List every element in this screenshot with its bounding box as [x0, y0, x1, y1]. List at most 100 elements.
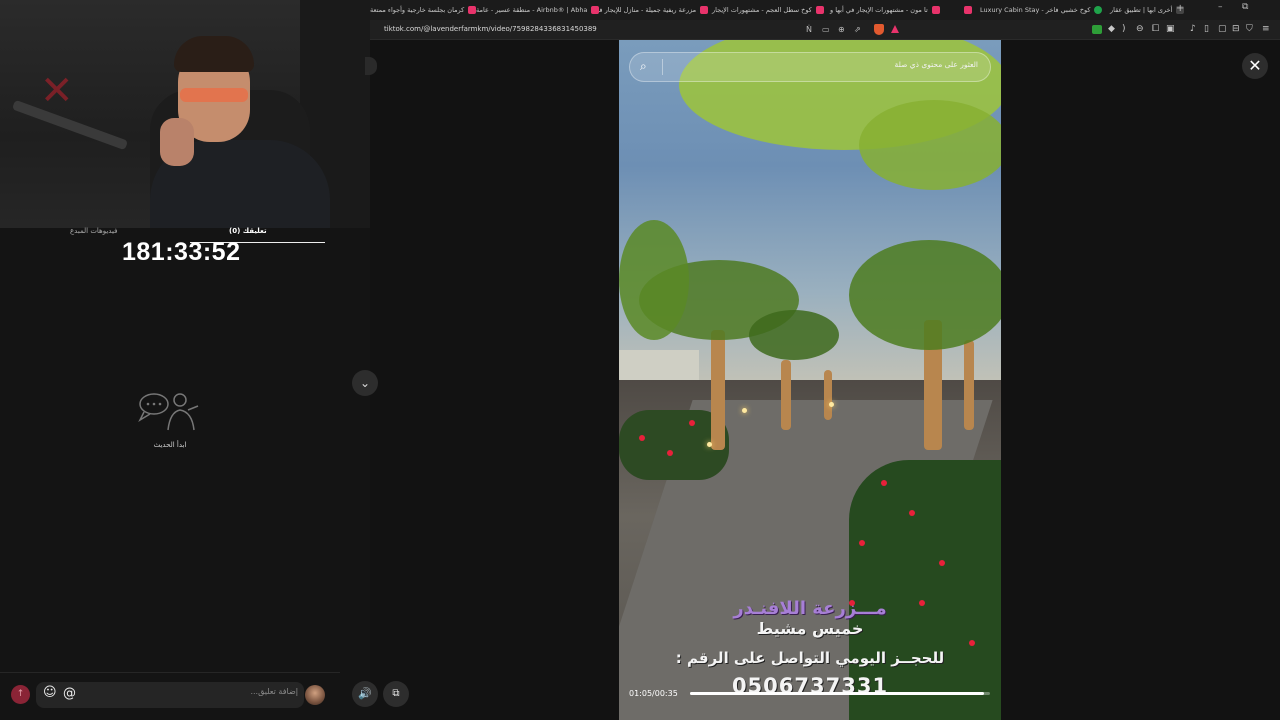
- comment-input-wrapper: ☺ @: [36, 682, 304, 708]
- browser-tab[interactable]: تا مون - مشتهورات الإيجار في أبها و: [830, 0, 940, 20]
- volume-button[interactable]: 🔊: [352, 681, 378, 707]
- translate-icon[interactable]: Ṅ: [806, 25, 812, 34]
- palm-trunk: [824, 370, 832, 420]
- restore-button[interactable]: ⧉: [1242, 2, 1248, 12]
- comment-input[interactable]: [138, 687, 298, 696]
- audio-icon[interactable]: ): [1122, 24, 1126, 34]
- webcam-feed: ✕: [0, 0, 370, 228]
- flower: [881, 480, 887, 486]
- brave-shield-icon[interactable]: [874, 24, 884, 35]
- shield-outline-icon[interactable]: ⛉: [1246, 24, 1253, 34]
- palm-trunk: [781, 360, 791, 430]
- tab-label: كوخ خشبي فاخر - Luxury Cabin Stay: [980, 6, 1091, 14]
- tab-label: كرمان بجلسة خارجية وأجواء ممتعة: [370, 6, 465, 14]
- close-video-button[interactable]: ✕: [1242, 53, 1268, 79]
- favicon-airbnb: [591, 6, 600, 14]
- comment-composer: ↑ ☺ @: [0, 672, 340, 720]
- extension-badge-icon[interactable]: [1092, 25, 1102, 34]
- screenshot-icon[interactable]: ▣: [1166, 24, 1175, 34]
- flower: [939, 560, 945, 566]
- favicon-airbnb: [468, 6, 477, 14]
- new-tab-button[interactable]: +: [1176, 3, 1184, 14]
- video-caption-booking: للحجــز اليومي التواصل على الرقم :: [675, 649, 945, 667]
- send-icon: ↑: [16, 689, 25, 699]
- video-progress-bar[interactable]: [690, 692, 990, 695]
- browser-tab[interactable]: مزرعة ريفية جميلة - منازل للإيجار في: [594, 0, 709, 20]
- favicon-airbnb: [815, 6, 824, 14]
- next-video-button[interactable]: ⌄: [352, 370, 378, 396]
- tabs-icon[interactable]: ⊟: [1232, 24, 1240, 34]
- volume-icon: 🔊: [358, 687, 372, 700]
- empty-comments-text: ابدأ الحديث: [153, 441, 187, 449]
- wall-logo: ✕: [40, 68, 74, 114]
- streamer-hair: [174, 36, 254, 72]
- chat-bubbles-icon: [138, 393, 199, 431]
- browser-tab[interactable]: أخرى ابها | تطبيق عقار: [1110, 0, 1185, 20]
- menu-icon[interactable]: ≡: [1262, 24, 1270, 34]
- palm-frond: [749, 310, 839, 360]
- search-input[interactable]: [778, 60, 978, 69]
- address-bar: tiktok.com/@lavenderfarmkm/video/7598284…: [370, 20, 1280, 40]
- palm-frond: [859, 100, 1001, 190]
- related-search-box: ⌕: [629, 52, 991, 82]
- overlay-collapse-handle[interactable]: [365, 57, 377, 75]
- browser-tab[interactable]: كوخ سطل العجم - مشتهورات الإيجار: [712, 0, 824, 20]
- browser-tab[interactable]: كوخ خشبي فاخر - Luxury Cabin Stay: [964, 0, 1103, 20]
- garden-lamp: [742, 408, 747, 413]
- favicon: [964, 6, 972, 14]
- wallet-icon[interactable]: ▢: [1218, 24, 1227, 34]
- send-comment-button[interactable]: ↑: [11, 685, 30, 704]
- share-icon[interactable]: ⇗: [854, 25, 861, 34]
- video-time-readout: 01:05/00:35: [629, 689, 678, 698]
- browser-tab-bar: أخرى ابها | تطبيق عقار كوخ خشبي فاخر - L…: [370, 0, 1280, 20]
- zoom-icon[interactable]: ⊕: [838, 25, 845, 34]
- emoji-icon[interactable]: ☺: [43, 685, 57, 700]
- palm-frond: [849, 240, 1001, 350]
- tab-label: أخرى ابها | تطبيق عقار: [1110, 6, 1173, 14]
- search-divider: [662, 59, 663, 75]
- mention-icon[interactable]: @: [63, 686, 76, 701]
- favicon-airbnb: [700, 6, 709, 14]
- minimize-button[interactable]: –: [1218, 2, 1223, 12]
- rewards-icon[interactable]: [891, 25, 899, 33]
- tab-label: تا مون - مشتهورات الإيجار في أبها و: [830, 6, 928, 14]
- tab-creator-videos[interactable]: فيديوهات المبدع: [70, 227, 117, 235]
- flower: [667, 450, 673, 456]
- garden-lamp: [707, 442, 712, 447]
- browser-tab[interactable]: كرمان بجلسة خارجية وأجواء ممتعة: [370, 0, 477, 20]
- video-caption-city: خميس مشيط: [756, 619, 864, 638]
- music-icon[interactable]: ♪: [1190, 24, 1196, 34]
- stream-overlay-panel: ✕ (0) تعليقك فيديوهات المبدع 181:33:52 ا…: [0, 0, 370, 720]
- reader-icon[interactable]: ▭: [822, 25, 830, 34]
- close-icon: ✕: [1248, 56, 1262, 75]
- garden-lamp: [829, 402, 834, 407]
- palm-trunk: [711, 330, 725, 450]
- palm-frond: [619, 220, 689, 340]
- flower: [689, 420, 695, 426]
- avatar: [305, 685, 325, 705]
- tab-label: كوخ سطل العجم - مشتهورات الإيجار: [712, 6, 812, 14]
- url-text[interactable]: tiktok.com/@lavenderfarmkm/video/7598284…: [384, 25, 597, 33]
- flower: [639, 435, 645, 441]
- streamer-glasses: [180, 88, 248, 102]
- miniplayer-button[interactable]: ⧉: [383, 681, 409, 707]
- stream-timer: 181:33:52: [122, 238, 241, 266]
- palm-trunk: [964, 340, 974, 430]
- tab-label: Airbnb® | Abha - منطقة عسير - عامة: [476, 6, 588, 14]
- flower: [969, 640, 975, 646]
- chevron-down-icon: ⌄: [359, 376, 371, 390]
- flower: [859, 540, 865, 546]
- extension-icon[interactable]: ◆: [1108, 24, 1115, 34]
- search-icon[interactable]: ⌕: [640, 59, 647, 74]
- favicon-airbnb: [931, 6, 940, 14]
- favicon-green: [1094, 6, 1103, 14]
- browser-tab[interactable]: Airbnb® | Abha - منطقة عسير - عامة: [476, 0, 600, 20]
- video-progress-fill: [690, 692, 984, 695]
- vpn-icon[interactable]: ⊖: [1136, 24, 1144, 34]
- flower: [909, 510, 915, 516]
- video-caption-farm-name: مـــزرعة اللافنـدر: [733, 598, 887, 619]
- tab-comments[interactable]: (0) تعليقك: [229, 227, 267, 235]
- puzzle-icon[interactable]: ⧠: [1152, 24, 1159, 34]
- streamer-hand: [160, 118, 194, 166]
- sidebar-icon[interactable]: ▯: [1204, 24, 1209, 34]
